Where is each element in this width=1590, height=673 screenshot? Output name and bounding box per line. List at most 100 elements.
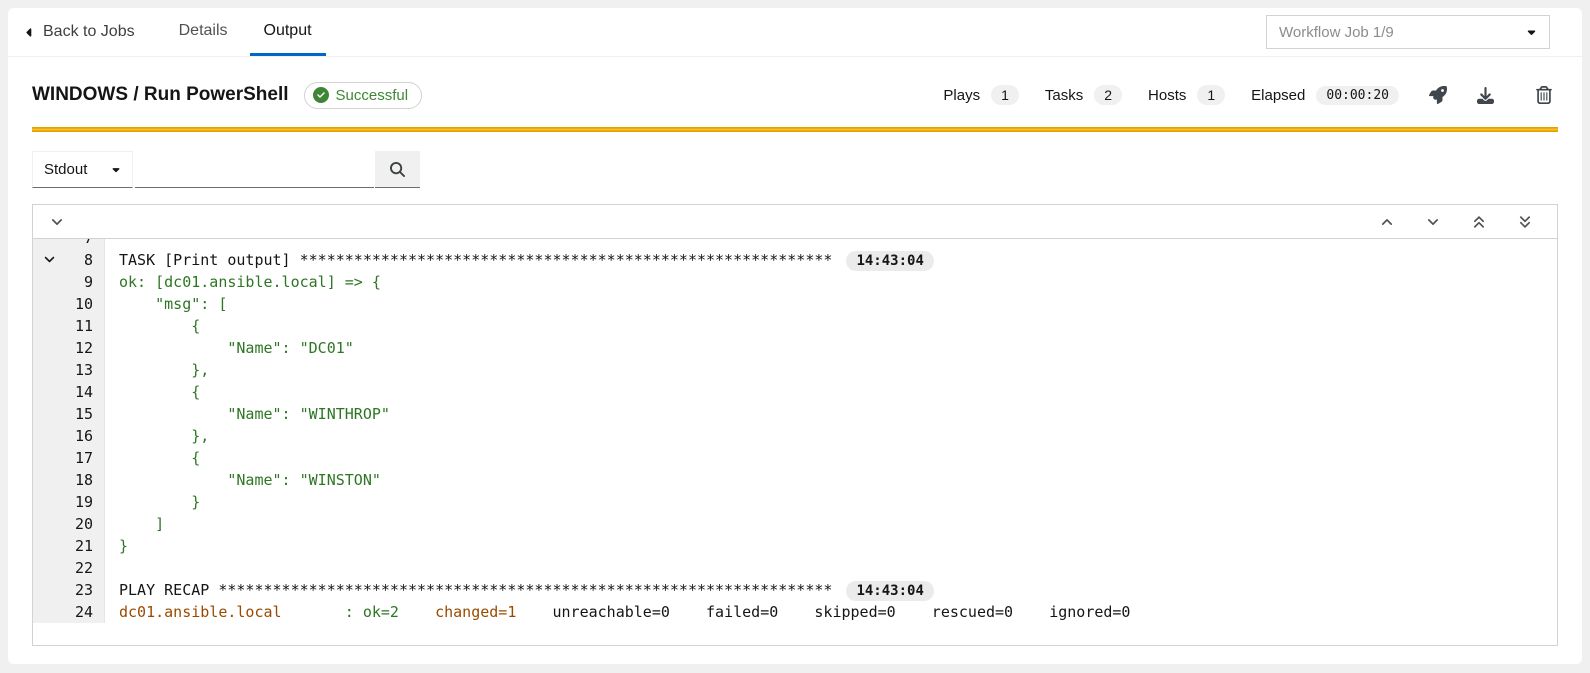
output-line-23: 23 PLAY RECAP ***************************… [33, 579, 1557, 601]
stdout-toolbar: Stdout [32, 151, 1558, 188]
line-content: } [105, 491, 200, 513]
line-number-gutter: 20 [33, 513, 105, 535]
scroll-previous-button[interactable] [1378, 212, 1396, 232]
job-progress-bar [32, 127, 1558, 132]
download-icon [1477, 87, 1494, 104]
chevron-down-icon [1426, 215, 1440, 229]
stdout-console[interactable]: 7 8 TASK [Print output] ******************… [33, 239, 1557, 645]
line-number: 20 [75, 515, 93, 533]
output-line-24: 24 dc01.ansible.local : ok=2 changed=1 un… [33, 601, 1557, 623]
line-number-gutter: 13 [33, 359, 105, 381]
line-number: 9 [84, 273, 93, 291]
expand-collapse-all-button[interactable] [48, 213, 66, 231]
output-line-19: 19 } [33, 491, 1557, 513]
line-content [105, 239, 119, 249]
stat-plays: Plays 1 [943, 85, 1018, 105]
collapse-task-toggle-icon[interactable] [43, 253, 56, 266]
timestamp-badge: 14:43:04 [846, 251, 933, 271]
output-line-15: 15 "Name": "WINTHROP" [33, 403, 1557, 425]
line-number: 10 [75, 295, 93, 313]
line-number: 14 [75, 383, 93, 401]
caret-down-icon [111, 164, 121, 175]
line-content: PLAY RECAP *****************************… [105, 579, 934, 601]
chevron-down-icon [50, 215, 64, 229]
line-number: 19 [75, 493, 93, 511]
search-button[interactable] [375, 151, 420, 188]
job-actions [1423, 80, 1558, 110]
job-header: WINDOWS / Run PowerShell Successful Play… [8, 65, 1582, 125]
relaunch-button[interactable] [1423, 80, 1453, 110]
workflow-job-selector[interactable]: Workflow Job 1/9 [1266, 15, 1550, 49]
line-content: }, [105, 359, 209, 381]
line-content: "Name": "DC01" [105, 337, 354, 359]
line-content: TASK [Print output] ********************… [105, 249, 934, 271]
chevron-up-icon [1380, 215, 1394, 229]
job-title: WINDOWS / Run PowerShell [32, 84, 289, 106]
stat-value-badge: 2 [1094, 85, 1122, 105]
output-line-14: 14 { [33, 381, 1557, 403]
stat-value-badge: 1 [991, 85, 1019, 105]
scroll-last-button[interactable] [1516, 212, 1534, 232]
double-chevron-up-icon [1472, 214, 1486, 230]
status-badge-label: Successful [336, 87, 409, 104]
stat-label: Plays [943, 87, 980, 104]
scroll-next-button[interactable] [1424, 212, 1442, 232]
scroll-controls [1378, 212, 1542, 232]
caret-down-icon [1526, 26, 1537, 38]
stdout-filter-value: Stdout [44, 161, 87, 178]
output-line-17: 17 { [33, 447, 1557, 469]
search-input[interactable] [135, 151, 374, 188]
line-number-gutter: 24 [33, 601, 105, 623]
stat-elapsed: Elapsed00:00:20 [1251, 86, 1399, 105]
output-panel-toolbar [33, 205, 1557, 239]
line-number: 16 [75, 427, 93, 445]
output-line-22: 22 [33, 557, 1557, 579]
status-badge: Successful [304, 82, 423, 109]
scroll-first-button[interactable] [1470, 212, 1488, 232]
line-number-gutter: 10 [33, 293, 105, 315]
stat-hosts: Hosts1 [1148, 85, 1225, 105]
stat-tasks: Tasks 2 [1045, 85, 1122, 105]
line-number-gutter: 15 [33, 403, 105, 425]
output-line-11: 11 { [33, 315, 1557, 337]
line-number: 8 [84, 251, 93, 269]
output-line-21: 21} [33, 535, 1557, 557]
line-number-gutter: 11 [33, 315, 105, 337]
line-number-gutter: 18 [33, 469, 105, 491]
line-number: 17 [75, 449, 93, 467]
line-number-gutter: 19 [33, 491, 105, 513]
line-number: 18 [75, 471, 93, 489]
job-header-right: Plays 1 Tasks 2 Hosts1 Elapsed00:00:20 [943, 80, 1558, 110]
output-line-12: 12 "Name": "DC01" [33, 337, 1557, 359]
output-panel: 7 8 TASK [Print output] ******************… [32, 204, 1558, 646]
line-number-gutter: 23 [33, 579, 105, 601]
line-content: "msg": [ [105, 293, 227, 315]
download-output-button[interactable] [1471, 81, 1500, 110]
delete-job-button[interactable] [1530, 80, 1558, 110]
tab-output[interactable]: Output [250, 8, 326, 56]
line-number: 15 [75, 405, 93, 423]
tab-details[interactable]: Details [165, 8, 242, 56]
stdout-filter-select[interactable]: Stdout [32, 151, 133, 188]
search-icon [390, 162, 405, 177]
line-content: { [105, 447, 200, 469]
back-to-jobs-link[interactable]: Back to Jobs [26, 8, 135, 56]
top-navigation: Back to Jobs Details Output Workflow Job… [8, 8, 1582, 57]
check-circle-icon [313, 87, 329, 103]
line-number-gutter: 17 [33, 447, 105, 469]
stat-label: Tasks [1045, 87, 1083, 104]
line-number: 7 [84, 239, 93, 247]
output-line-16: 16 }, [33, 425, 1557, 447]
line-number: 22 [75, 559, 93, 577]
line-number: 24 [75, 603, 93, 621]
output-line-9: 9ok: [dc01.ansible.local] => { [33, 271, 1557, 293]
output-line-20: 20 ] [33, 513, 1557, 535]
line-number: 23 [75, 581, 93, 599]
stat-label: Elapsed [1251, 87, 1305, 104]
line-number-gutter: 14 [33, 381, 105, 403]
line-content: { [105, 381, 200, 403]
line-content: dc01.ansible.local : ok=2 changed=1 unre… [105, 601, 1130, 623]
line-number: 21 [75, 537, 93, 555]
line-number: 12 [75, 339, 93, 357]
line-number: 13 [75, 361, 93, 379]
